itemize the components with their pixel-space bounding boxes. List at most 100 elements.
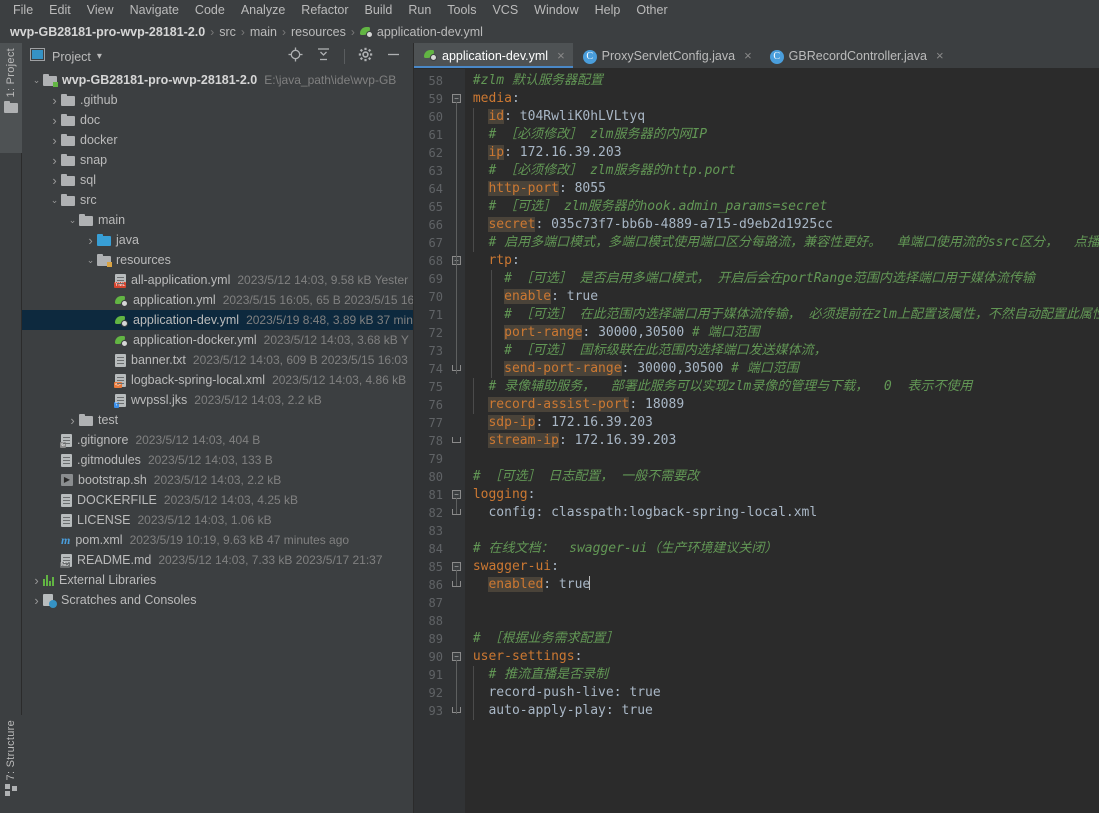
chevron-right-icon[interactable]: › (48, 173, 61, 188)
chevron-right-icon[interactable]: › (30, 573, 43, 588)
code-line[interactable]: # 推流直播是否录制 (465, 666, 608, 684)
close-icon[interactable]: × (744, 48, 752, 63)
menu-item-run[interactable]: Run (401, 1, 438, 20)
editor-tab-gbrecordcontroller-java[interactable]: C GBRecordController.java × (760, 43, 952, 68)
chevron-right-icon[interactable]: › (30, 593, 43, 608)
tree-row[interactable]: m pom.xml 2023/5/19 10:19, 9.63 kB 47 minu… (22, 530, 413, 550)
tree-row[interactable]: ⌄ src (22, 190, 413, 210)
tree-row[interactable]: ? wvpssl.jks 2023/5/12 14:03, 2.2 kB (22, 390, 413, 410)
menu-item-tools[interactable]: Tools (440, 1, 483, 20)
breadcrumb-item-main[interactable]: main (250, 25, 277, 39)
tree-row[interactable]: ▶ bootstrap.sh 2023/5/12 14:03, 2.2 kB (22, 470, 413, 490)
tool-button-project[interactable]: 1: Project (0, 43, 22, 153)
tree-row[interactable]: › test (22, 410, 413, 430)
code-line[interactable]: # ［可选］ 日志配置， 一般不需要改 (465, 468, 699, 486)
tree-row[interactable]: ⌄ main (22, 210, 413, 230)
menu-item-view[interactable]: View (80, 1, 121, 20)
breadcrumb-root[interactable]: wvp-GB28181-pro-wvp-28181-2.0 (10, 25, 205, 39)
menu-item-other[interactable]: Other (629, 1, 674, 20)
chevron-right-icon[interactable]: › (48, 113, 61, 128)
code-line[interactable]: rtp: (465, 252, 519, 270)
code-line[interactable]: enable: true (465, 288, 598, 306)
tree-row[interactable]: banner.txt 2023/5/12 14:03, 609 B 2023/5/… (22, 350, 413, 370)
tree-row[interactable]: .gitmodules 2023/5/12 14:03, 133 B (22, 450, 413, 470)
code-line[interactable] (465, 612, 473, 630)
tree-row[interactable]: › java (22, 230, 413, 250)
tree-row[interactable]: › External Libraries (22, 570, 413, 590)
close-icon[interactable]: × (936, 48, 944, 63)
menu-item-analyze[interactable]: Analyze (234, 1, 292, 20)
code-folding-bar[interactable]: −−−−− (447, 69, 465, 813)
tree-row[interactable]: YML all-application.yml 2023/5/12 14:03, 9… (22, 270, 413, 290)
code-line[interactable]: id: t04RwliK0hLVLtyq (465, 108, 645, 126)
menu-item-navigate[interactable]: Navigate (123, 1, 186, 20)
code-line[interactable] (465, 450, 473, 468)
code-line[interactable]: ip: 172.16.39.203 (465, 144, 622, 162)
code-line[interactable]: # ［必须修改］ zlm服务器的http.port (465, 162, 735, 180)
tree-row[interactable]: ⌄ wvp-GB28181-pro-wvp-28181-2.0 E:\java_pa… (22, 70, 413, 90)
code-line[interactable]: #zlm 默认服务器配置 (465, 72, 603, 90)
chevron-right-icon[interactable]: › (48, 133, 61, 148)
code-line[interactable]: stream-ip: 172.16.39.203 (465, 432, 676, 450)
tree-row[interactable]: › docker (22, 130, 413, 150)
tree-row-selected[interactable]: application-dev.yml 2023/5/19 8:48, 3.89 … (22, 310, 413, 330)
tree-row[interactable]: LICENSE 2023/5/12 14:03, 1.06 kB (22, 510, 413, 530)
editor-tab-application-dev-yml[interactable]: application-dev.yml × (414, 43, 573, 68)
code-line[interactable]: auto-apply-play: true (465, 702, 652, 720)
close-icon[interactable]: × (557, 48, 565, 63)
code-text[interactable]: #zlm 默认服务器配置 media: id: t04RwliK0hLVLtyq… (465, 69, 1099, 813)
tree-row[interactable]: › .github (22, 90, 413, 110)
code-line[interactable]: config: classpath:logback-spring-local.x… (465, 504, 817, 522)
menu-item-build[interactable]: Build (358, 1, 400, 20)
editor-tab-proxyservletconfig-java[interactable]: C ProxyServletConfig.java × (573, 43, 760, 68)
chevron-right-icon[interactable]: › (84, 233, 97, 248)
menu-item-refactor[interactable]: Refactor (294, 1, 355, 20)
code-line[interactable]: send-port-range: 30000,30500 # 端口范围 (465, 360, 799, 378)
tree-row[interactable]: application-docker.yml 2023/5/12 14:03, 3… (22, 330, 413, 350)
chevron-down-icon[interactable]: ⌄ (84, 255, 97, 266)
project-tree[interactable]: ⌄ wvp-GB28181-pro-wvp-28181-2.0 E:\java_pa… (22, 70, 413, 813)
tree-row[interactable]: MD README.md 2023/5/12 14:03, 7.33 kB 2023… (22, 550, 413, 570)
code-line[interactable]: # ［可选］ 在此范围内选择端口用于媒体流传输， 必须提前在zlm上配置该属性，… (465, 306, 1099, 324)
code-line[interactable]: sdp-ip: 172.16.39.203 (465, 414, 653, 432)
code-line[interactable]: enabled: true (465, 576, 591, 594)
tree-row[interactable]: DOCKERFILE 2023/5/12 14:03, 4.25 kB (22, 490, 413, 510)
hide-window-icon[interactable] (386, 47, 401, 67)
code-line[interactable]: record-assist-port: 18089 (465, 396, 684, 414)
code-line[interactable]: # ［可选］ zlm服务器的hook.admin_params=secret (465, 198, 827, 216)
menu-item-code[interactable]: Code (188, 1, 232, 20)
breadcrumb-item-resources[interactable]: resources (291, 25, 346, 39)
chevron-right-icon[interactable]: › (48, 93, 61, 108)
code-line[interactable]: # ［根据业务需求配置］ (465, 630, 619, 648)
code-line[interactable]: # 在线文档： swagger-ui（生产环境建议关闭） (465, 540, 778, 558)
code-line[interactable]: # ［必须修改］ zlm服务器的内网IP (465, 126, 707, 144)
tree-row[interactable]: <> logback-spring-local.xml 2023/5/12 14:0… (22, 370, 413, 390)
tree-row[interactable]: › snap (22, 150, 413, 170)
code-line[interactable]: swagger-ui: (465, 558, 559, 576)
chevron-down-icon[interactable]: ⌄ (30, 75, 43, 86)
code-viewport[interactable]: 58 59 60 61 62 63 64 65 66 67 68 69 70 71 72 73 74 75 76 77… (414, 69, 1099, 813)
chevron-down-icon[interactable]: ⌄ (66, 215, 79, 226)
collapse-all-icon[interactable] (316, 47, 331, 67)
locate-icon[interactable] (288, 47, 303, 67)
code-line[interactable]: # ［可选］ 是否启用多端口模式， 开启后会在portRange范围内选择端口用… (465, 270, 1035, 288)
tree-row[interactable]: ⊘ .gitignore 2023/5/12 14:03, 404 B (22, 430, 413, 450)
code-line[interactable]: port-range: 30000,30500 # 端口范围 (465, 324, 760, 342)
code-line[interactable] (465, 594, 473, 612)
tree-row[interactable]: › sql (22, 170, 413, 190)
code-line[interactable]: http-port: 8055 (465, 180, 606, 198)
gear-icon[interactable] (358, 47, 373, 67)
code-line[interactable]: # 启用多端口模式，多端口模式使用端口区分每路流，兼容性更好。 单端口使用流的s… (465, 234, 1099, 252)
chevron-right-icon[interactable]: › (66, 413, 79, 428)
code-line[interactable]: # ［可选］ 国标级联在此范围内选择端口发送媒体流， (465, 342, 826, 360)
menu-item-help[interactable]: Help (588, 1, 628, 20)
tree-row[interactable]: ⌄ resources (22, 250, 413, 270)
tool-button-structure[interactable]: 7: Structure (0, 715, 22, 813)
chevron-right-icon[interactable]: › (48, 153, 61, 168)
menu-item-window[interactable]: Window (527, 1, 585, 20)
chevron-down-icon[interactable]: ⌄ (48, 195, 61, 206)
tree-row[interactable]: › doc (22, 110, 413, 130)
menu-item-vcs[interactable]: VCS (485, 1, 525, 20)
tree-row[interactable]: › Scratches and Consoles (22, 590, 413, 610)
chevron-down-icon[interactable]: ▾ (97, 51, 102, 62)
